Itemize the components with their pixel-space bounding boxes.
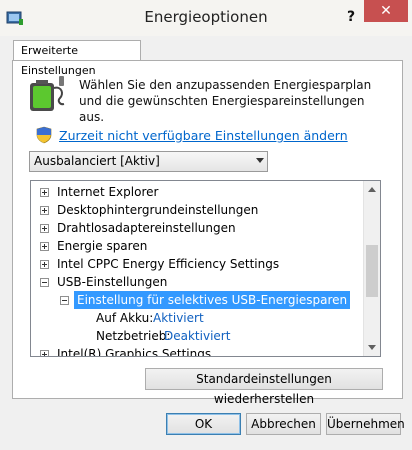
tree-item[interactable]: Intel CPPC Energy Efficiency Settings	[31, 255, 363, 273]
change-unavailable-settings-link[interactable]: Zurzeit nicht verfügbare Einstellungen ä…	[59, 128, 348, 143]
tree-item-label: Energie sparen	[57, 239, 148, 253]
tree-item-label: Netzbetrieb:	[96, 329, 171, 343]
settings-tree-items: Internet Explorer Desktophintergrundeinst…	[31, 181, 363, 356]
setting-value-link[interactable]: Aktiviert	[153, 309, 204, 327]
close-button[interactable]: ✕	[364, 0, 408, 22]
expand-icon[interactable]	[40, 242, 49, 251]
collapse-icon[interactable]	[40, 278, 49, 287]
ok-button[interactable]: OK	[166, 413, 241, 435]
power-plan-dropdown[interactable]: Ausbalanciert [Aktiv]	[29, 151, 268, 172]
cancel-button[interactable]: Abbrechen	[246, 413, 321, 435]
expand-icon[interactable]	[40, 206, 49, 215]
tree-item-label: Einstellung für selektives USB-Energiesp…	[74, 291, 351, 309]
tree-item-label: Auf Akku:	[96, 311, 154, 325]
tree-item[interactable]: USB-Einstellungen	[31, 273, 363, 291]
expand-icon[interactable]	[40, 350, 49, 356]
tree-item[interactable]: Intel(R) Graphics Settings	[31, 345, 363, 357]
scrollbar-thumb[interactable]	[366, 245, 378, 297]
tree-item-label: Intel CPPC Energy Efficiency Settings	[57, 257, 280, 271]
tree-item[interactable]: Einstellung für selektives USB-Energiesp…	[31, 291, 363, 309]
tree-item[interactable]: Netzbetrieb: Deaktiviert	[31, 327, 363, 345]
tree-item-label: Intel(R) Graphics Settings	[57, 347, 212, 357]
tree-item[interactable]: Energie sparen	[31, 237, 363, 255]
tree-item-label: USB-Einstellungen	[57, 275, 168, 289]
expand-icon[interactable]	[40, 224, 49, 233]
tree-item-label: Internet Explorer	[57, 185, 159, 199]
tab-advanced-settings[interactable]: Erweiterte Einstellungen	[13, 40, 141, 77]
chevron-down-icon	[256, 158, 264, 163]
expand-icon[interactable]	[40, 188, 49, 197]
apply-button[interactable]: Übernehmen	[326, 413, 405, 435]
scroll-up-arrow-icon[interactable]	[368, 187, 376, 192]
setting-value-link[interactable]: Deaktiviert	[164, 327, 230, 345]
tree-item-label: Desktophintergrundeinstellungen	[57, 203, 259, 217]
expand-icon[interactable]	[40, 260, 49, 269]
scroll-down-arrow-icon[interactable]	[368, 345, 376, 350]
tree-item-label: Drahtlosadaptereinstellungen	[57, 221, 236, 235]
description-text: Wählen Sie den anzupassenden Energiespar…	[79, 78, 372, 124]
tree-item[interactable]: Internet Explorer	[31, 183, 363, 201]
tree-item[interactable]: Drahtlosadaptereinstellungen	[31, 219, 363, 237]
power-plan-selected-value: Ausbalanciert [Aktiv]	[34, 154, 160, 168]
tree-scrollbar[interactable]	[363, 181, 380, 356]
restore-defaults-button[interactable]: Standardeinstellungen wiederherstellen	[145, 368, 383, 406]
title-bar: Energieoptionen ? ✕	[0, 0, 412, 36]
energy-options-dialog: Energieoptionen ? ✕ Erweiterte Einstellu…	[0, 0, 412, 450]
settings-tree[interactable]: Internet Explorer Desktophintergrundeinst…	[30, 180, 381, 357]
uac-shield-icon	[36, 126, 52, 144]
tree-item[interactable]: Auf Akku: Aktiviert	[31, 309, 363, 327]
tree-item[interactable]: Desktophintergrundeinstellungen	[31, 201, 363, 219]
help-button[interactable]: ?	[340, 6, 362, 28]
collapse-icon[interactable]	[60, 296, 69, 305]
